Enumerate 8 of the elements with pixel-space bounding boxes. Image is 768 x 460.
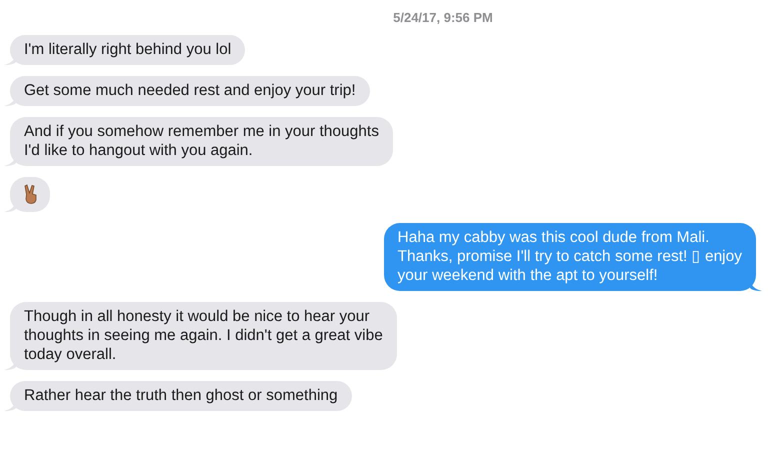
received-message-bubble: Rather hear the truth then ghost or something [10, 381, 352, 411]
message-timestamp: 5/24/17, 9:56 PM [393, 10, 493, 25]
received-message-bubble: And if you somehow remember me in your thoughts I'd like to hangout with you again. [10, 117, 393, 166]
received-message-bubble: Though in all honesty it would be nice to hear your thoughts in seeing me again. I didn't get a great vibe today overall. [10, 302, 397, 370]
received-message-bubble: I'm literally right behind you lol [10, 35, 246, 65]
sent-message-bubble: Haha my cabby was this cool dude from Mali. Thanks, promise I'll try to catch some rest! ▯ enjoy your weekend with the apt to yourself! [384, 223, 756, 291]
peace-hand-icon [24, 184, 38, 204]
received-message-bubble: Get some much needed rest and enjoy your trip! [10, 76, 370, 106]
